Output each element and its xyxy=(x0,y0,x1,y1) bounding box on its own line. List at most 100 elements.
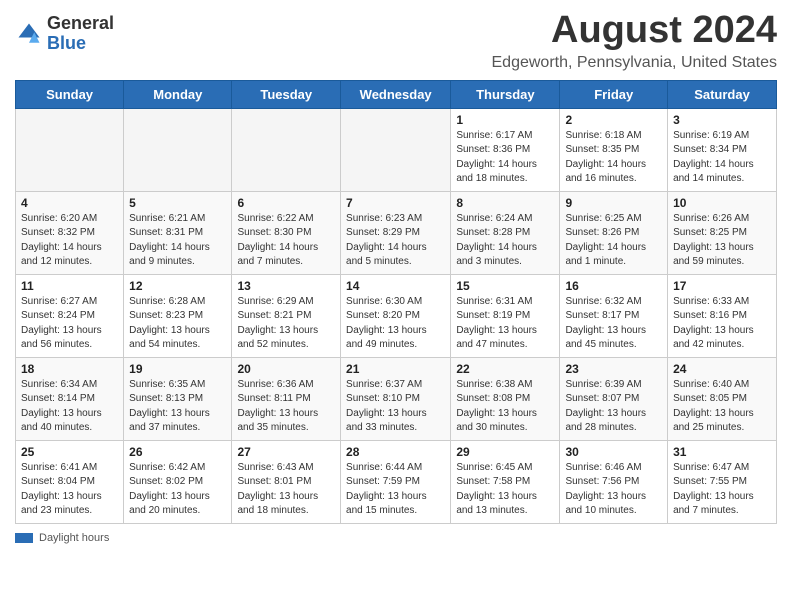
day-info: Sunrise: 6:20 AM Sunset: 8:32 PM Dayligh… xyxy=(21,212,118,270)
calendar-cell: 21 Sunrise: 6:37 AM Sunset: 8:10 PM Dayli… xyxy=(341,357,451,440)
calendar-day-header: Tuesday xyxy=(232,80,341,108)
day-number: 10 xyxy=(673,196,771,210)
day-number: 18 xyxy=(21,362,118,376)
calendar-day-header: Monday xyxy=(124,80,232,108)
calendar-week-row: 1 Sunrise: 6:17 AM Sunset: 8:36 PM Daylig… xyxy=(16,108,777,191)
day-number: 9 xyxy=(565,196,662,210)
calendar-cell: 28 Sunrise: 6:44 AM Sunset: 7:59 PM Dayli… xyxy=(341,440,451,523)
day-info: Sunrise: 6:25 AM Sunset: 8:26 PM Dayligh… xyxy=(565,212,662,270)
footer-label: Daylight hours xyxy=(39,532,109,544)
calendar-cell: 6 Sunrise: 6:22 AM Sunset: 8:30 PM Daylig… xyxy=(232,191,341,274)
footer: Daylight hours xyxy=(15,532,777,544)
day-info: Sunrise: 6:45 AM Sunset: 7:58 PM Dayligh… xyxy=(456,461,554,519)
calendar-cell: 3 Sunrise: 6:19 AM Sunset: 8:34 PM Daylig… xyxy=(668,108,777,191)
calendar-header-row: SundayMondayTuesdayWednesdayThursdayFrid… xyxy=(16,80,777,108)
day-number: 8 xyxy=(456,196,554,210)
day-info: Sunrise: 6:42 AM Sunset: 8:02 PM Dayligh… xyxy=(129,461,226,519)
day-info: Sunrise: 6:38 AM Sunset: 8:08 PM Dayligh… xyxy=(456,378,554,436)
day-number: 12 xyxy=(129,279,226,293)
day-number: 4 xyxy=(21,196,118,210)
day-number: 23 xyxy=(565,362,662,376)
calendar-cell: 19 Sunrise: 6:35 AM Sunset: 8:13 PM Dayli… xyxy=(124,357,232,440)
day-info: Sunrise: 6:46 AM Sunset: 7:56 PM Dayligh… xyxy=(565,461,662,519)
subtitle: Edgeworth, Pennsylvania, United States xyxy=(492,54,778,72)
day-number: 1 xyxy=(456,113,554,127)
calendar-cell: 5 Sunrise: 6:21 AM Sunset: 8:31 PM Daylig… xyxy=(124,191,232,274)
day-number: 29 xyxy=(456,445,554,459)
calendar-cell: 31 Sunrise: 6:47 AM Sunset: 7:55 PM Dayli… xyxy=(668,440,777,523)
day-number: 20 xyxy=(237,362,335,376)
calendar-week-row: 11 Sunrise: 6:27 AM Sunset: 8:24 PM Dayli… xyxy=(16,274,777,357)
day-info: Sunrise: 6:17 AM Sunset: 8:36 PM Dayligh… xyxy=(456,129,554,187)
logo-icon xyxy=(15,20,43,48)
calendar-cell: 14Sunrise: 6:30 AM Sunset: 8:20 PM Dayli… xyxy=(341,274,451,357)
day-number: 2 xyxy=(565,113,662,127)
day-info: Sunrise: 6:34 AM Sunset: 8:14 PM Dayligh… xyxy=(21,378,118,436)
day-info: Sunrise: 6:33 AM Sunset: 8:16 PM Dayligh… xyxy=(673,295,771,353)
day-info: Sunrise: 6:41 AM Sunset: 8:04 PM Dayligh… xyxy=(21,461,118,519)
calendar-cell: 1 Sunrise: 6:17 AM Sunset: 8:36 PM Daylig… xyxy=(451,108,560,191)
logo-blue-text: Blue xyxy=(47,33,86,53)
logo: General Blue xyxy=(15,14,114,54)
day-info: Sunrise: 6:28 AM Sunset: 8:23 PM Dayligh… xyxy=(129,295,226,353)
calendar-cell xyxy=(341,108,451,191)
day-number: 7 xyxy=(346,196,445,210)
calendar-cell: 30 Sunrise: 6:46 AM Sunset: 7:56 PM Dayli… xyxy=(560,440,668,523)
calendar-cell xyxy=(232,108,341,191)
calendar-cell: 25Sunrise: 6:41 AM Sunset: 8:04 PM Dayli… xyxy=(16,440,124,523)
day-info: Sunrise: 6:21 AM Sunset: 8:31 PM Dayligh… xyxy=(129,212,226,270)
day-info: Sunrise: 6:43 AM Sunset: 8:01 PM Dayligh… xyxy=(237,461,335,519)
day-number: 19 xyxy=(129,362,226,376)
calendar-cell: 17 Sunrise: 6:33 AM Sunset: 8:16 PM Dayli… xyxy=(668,274,777,357)
day-info: Sunrise: 6:19 AM Sunset: 8:34 PM Dayligh… xyxy=(673,129,771,187)
day-number: 11 xyxy=(21,279,118,293)
day-info: Sunrise: 6:37 AM Sunset: 8:10 PM Dayligh… xyxy=(346,378,445,436)
calendar-day-header: Friday xyxy=(560,80,668,108)
day-number: 3 xyxy=(673,113,771,127)
day-info: Sunrise: 6:22 AM Sunset: 8:30 PM Dayligh… xyxy=(237,212,335,270)
day-info: Sunrise: 6:29 AM Sunset: 8:21 PM Dayligh… xyxy=(237,295,335,353)
page-header: General Blue August 2024 Edgeworth, Penn… xyxy=(15,10,777,72)
footer-bar-icon xyxy=(15,533,33,543)
day-info: Sunrise: 6:35 AM Sunset: 8:13 PM Dayligh… xyxy=(129,378,226,436)
day-number: 16 xyxy=(565,279,662,293)
calendar-cell xyxy=(124,108,232,191)
day-info: Sunrise: 6:27 AM Sunset: 8:24 PM Dayligh… xyxy=(21,295,118,353)
calendar-cell: 16Sunrise: 6:32 AM Sunset: 8:17 PM Dayli… xyxy=(560,274,668,357)
day-number: 13 xyxy=(237,279,335,293)
day-number: 5 xyxy=(129,196,226,210)
day-number: 6 xyxy=(237,196,335,210)
day-number: 31 xyxy=(673,445,771,459)
calendar-cell: 23 Sunrise: 6:39 AM Sunset: 8:07 PM Dayli… xyxy=(560,357,668,440)
day-info: Sunrise: 6:18 AM Sunset: 8:35 PM Dayligh… xyxy=(565,129,662,187)
calendar-day-header: Wednesday xyxy=(341,80,451,108)
calendar-week-row: 18 Sunrise: 6:34 AM Sunset: 8:14 PM Dayli… xyxy=(16,357,777,440)
day-number: 15 xyxy=(456,279,554,293)
calendar-day-header: Saturday xyxy=(668,80,777,108)
day-number: 17 xyxy=(673,279,771,293)
calendar-cell: 18 Sunrise: 6:34 AM Sunset: 8:14 PM Dayli… xyxy=(16,357,124,440)
calendar-week-row: 4 Sunrise: 6:20 AM Sunset: 8:32 PM Daylig… xyxy=(16,191,777,274)
calendar-cell: 22 Sunrise: 6:38 AM Sunset: 8:08 PM Dayli… xyxy=(451,357,560,440)
calendar-cell: 13 Sunrise: 6:29 AM Sunset: 8:21 PM Dayli… xyxy=(232,274,341,357)
day-number: 21 xyxy=(346,362,445,376)
day-info: Sunrise: 6:44 AM Sunset: 7:59 PM Dayligh… xyxy=(346,461,445,519)
day-info: Sunrise: 6:26 AM Sunset: 8:25 PM Dayligh… xyxy=(673,212,771,270)
day-info: Sunrise: 6:39 AM Sunset: 8:07 PM Dayligh… xyxy=(565,378,662,436)
calendar-cell: 10 Sunrise: 6:26 AM Sunset: 8:25 PM Dayli… xyxy=(668,191,777,274)
calendar-cell: 20Sunrise: 6:36 AM Sunset: 8:11 PM Dayli… xyxy=(232,357,341,440)
day-number: 28 xyxy=(346,445,445,459)
calendar-cell: 11 Sunrise: 6:27 AM Sunset: 8:24 PM Dayli… xyxy=(16,274,124,357)
main-title: August 2024 xyxy=(492,10,778,52)
calendar-day-header: Thursday xyxy=(451,80,560,108)
day-number: 22 xyxy=(456,362,554,376)
title-block: August 2024 Edgeworth, Pennsylvania, Uni… xyxy=(492,10,778,72)
day-number: 30 xyxy=(565,445,662,459)
day-number: 27 xyxy=(237,445,335,459)
day-info: Sunrise: 6:24 AM Sunset: 8:28 PM Dayligh… xyxy=(456,212,554,270)
calendar-cell: 12 Sunrise: 6:28 AM Sunset: 8:23 PM Dayli… xyxy=(124,274,232,357)
day-info: Sunrise: 6:47 AM Sunset: 7:55 PM Dayligh… xyxy=(673,461,771,519)
calendar-cell: 27 Sunrise: 6:43 AM Sunset: 8:01 PM Dayli… xyxy=(232,440,341,523)
day-info: Sunrise: 6:23 AM Sunset: 8:29 PM Dayligh… xyxy=(346,212,445,270)
calendar-cell: 9 Sunrise: 6:25 AM Sunset: 8:26 PM Daylig… xyxy=(560,191,668,274)
